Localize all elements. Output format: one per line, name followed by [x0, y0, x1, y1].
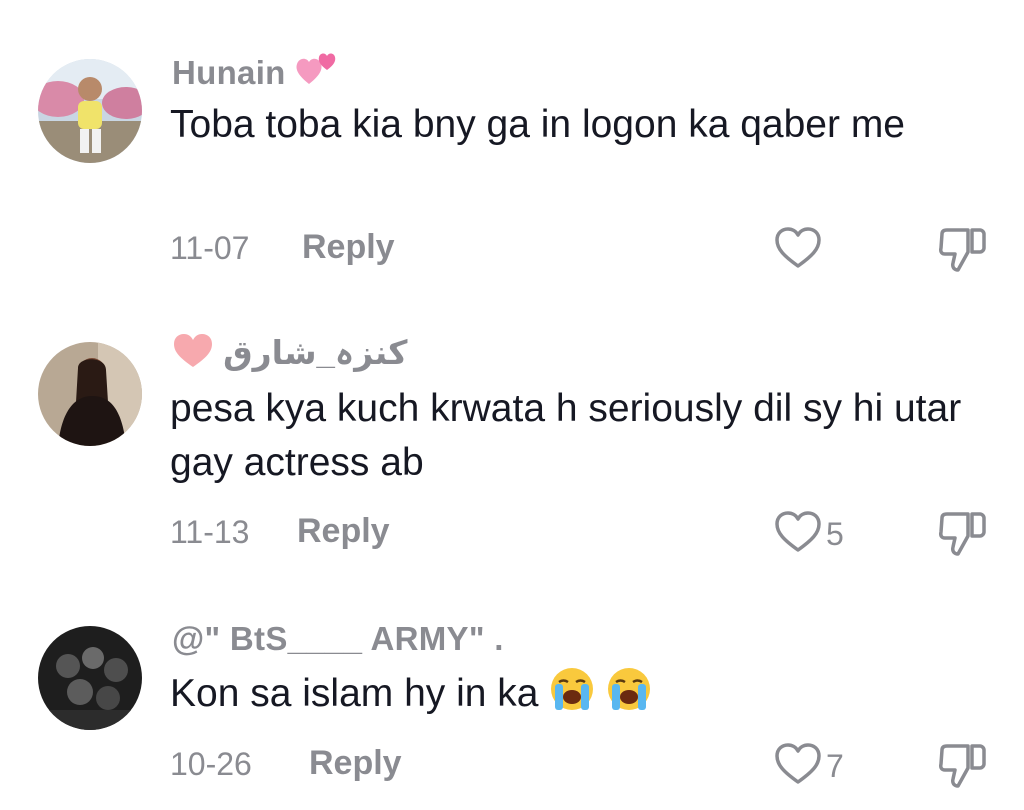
like-button[interactable]: 7 — [774, 742, 844, 791]
comment-text: Toba toba kia bny ga in logon ka qaber m… — [170, 103, 906, 146]
comment-text: pesa kya kuch krwata h seriously dil sy … — [170, 387, 962, 484]
loudly-crying-emoji — [606, 666, 652, 727]
like-button[interactable]: 5 — [774, 510, 844, 559]
comment-date: 11-07 — [170, 230, 250, 266]
username-text[interactable]: Hunain — [172, 54, 286, 91]
heart-outline-icon — [774, 742, 822, 791]
comment-username[interactable]: كنزہ_شارق — [172, 332, 407, 378]
pink-heart-emoji — [172, 332, 214, 378]
avatar[interactable] — [38, 342, 142, 446]
comment-text: Kon sa islam hy in ka — [170, 666, 990, 727]
comment-username[interactable]: Hunain — [172, 50, 339, 98]
comment-text-content: Kon sa islam hy in ka — [170, 672, 539, 715]
heart-outline-icon — [774, 226, 822, 275]
reply-button[interactable]: Reply — [309, 744, 402, 783]
thumbs-down-outline-icon — [936, 228, 988, 278]
loudly-crying-emoji — [549, 666, 595, 727]
avatar[interactable] — [38, 626, 142, 730]
two-hearts-emoji — [295, 50, 339, 98]
dislike-button[interactable] — [936, 742, 988, 795]
reply-button[interactable]: Reply — [297, 512, 390, 551]
like-count: 5 — [826, 516, 844, 552]
heart-outline-icon — [774, 510, 822, 559]
dislike-button[interactable] — [936, 510, 988, 563]
avatar[interactable] — [38, 59, 142, 163]
like-count: 7 — [826, 748, 844, 784]
comment-date: 10-26 — [170, 746, 252, 782]
username-text[interactable]: كنزہ_شارق — [223, 334, 407, 371]
comment-date: 11-13 — [170, 514, 250, 550]
like-button[interactable] — [774, 226, 822, 275]
thumbs-down-outline-icon — [936, 512, 988, 562]
reply-button[interactable]: Reply — [302, 228, 395, 267]
thumbs-down-outline-icon — [936, 744, 988, 794]
comment-username[interactable]: @" BtS____ ARMY" . — [172, 620, 504, 658]
dislike-button[interactable] — [936, 226, 988, 279]
